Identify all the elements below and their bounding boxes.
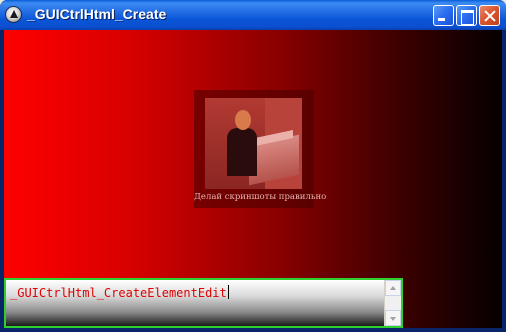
edit-text-value[interactable]: _GUICtrlHtml_CreateElementEdit bbox=[10, 285, 229, 300]
photo-frame: Делай скриншоты правильно bbox=[194, 90, 327, 208]
edit-value: _GUICtrlHtml_CreateElementEdit bbox=[10, 286, 227, 300]
photo-image bbox=[205, 98, 302, 189]
photo-person-body bbox=[227, 128, 257, 176]
title-bar[interactable]: _GUICtrlHtml_Create bbox=[0, 0, 506, 30]
autoit-icon[interactable] bbox=[5, 6, 22, 23]
scroll-up-icon[interactable] bbox=[385, 280, 401, 296]
text-caret bbox=[227, 285, 229, 299]
close-button[interactable] bbox=[479, 5, 500, 26]
photo-caption: Делай скриншоты правильно bbox=[194, 192, 327, 202]
element-edit-box[interactable]: _GUICtrlHtml_CreateElementEdit bbox=[4, 278, 403, 328]
minimize-button[interactable] bbox=[433, 5, 454, 26]
app-window: _GUICtrlHtml_Create Делай скриншоты прав… bbox=[0, 0, 506, 332]
html-client-area: Делай скриншоты правильно _GUICtrlHtml_C… bbox=[4, 30, 502, 328]
window-title: _GUICtrlHtml_Create bbox=[27, 6, 167, 22]
photo-person-head bbox=[235, 110, 251, 130]
vertical-scrollbar[interactable] bbox=[384, 280, 401, 326]
maximize-button[interactable] bbox=[456, 5, 477, 26]
scroll-down-icon[interactable] bbox=[385, 310, 401, 326]
